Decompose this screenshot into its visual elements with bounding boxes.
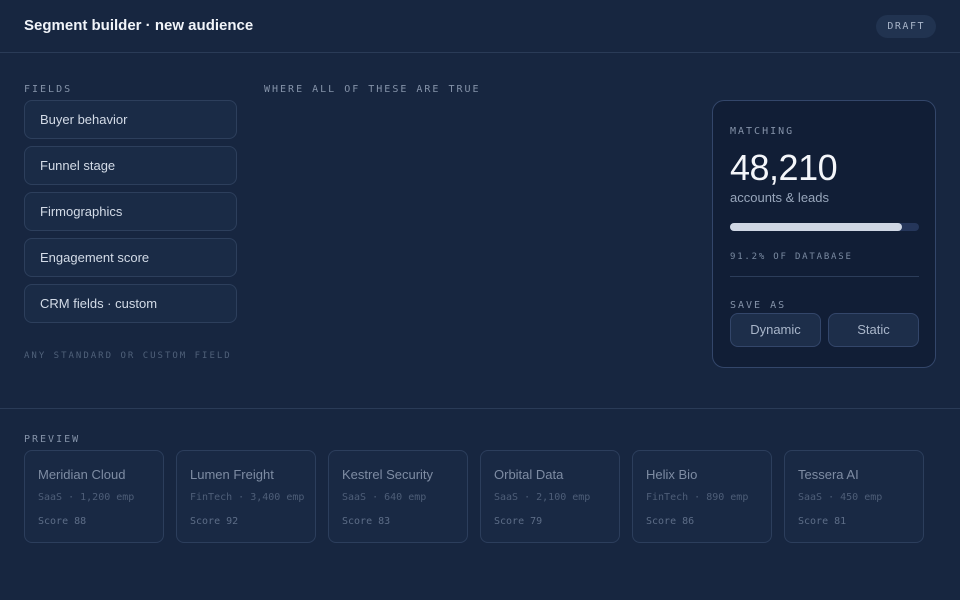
card-divider [730,276,919,277]
preview-card-name: Lumen Freight [190,467,274,482]
preview-card-name: Meridian Cloud [38,467,126,482]
status-badge: DRAFT [876,15,936,38]
matching-label: MATCHING [730,126,795,137]
app-header: Segment builder · new audience DRAFT [0,0,960,53]
matching-card: MATCHING 48,210 accounts & leads 91.2% O… [712,100,936,368]
database-progress-fill [730,223,903,231]
preview-card-meta: SaaS · 2,100 emp [494,492,591,503]
preview-card-score: Score 86 [646,516,695,527]
preview-card[interactable]: Kestrel Security SaaS · 640 emp Score 83 [328,450,468,543]
fields-label: FIELDS [24,84,73,95]
preview-card-meta: SaaS · 1,200 emp [38,492,135,503]
conditions-label: WHERE ALL OF THESE ARE TRUE [264,84,481,95]
preview-card-name: Orbital Data [494,467,564,482]
preview-card-score: Score 81 [798,516,847,527]
field-item-firmographics[interactable]: Firmographics [24,192,237,231]
page-title: Segment builder · new audience [24,17,254,34]
preview-card-name: Kestrel Security [342,467,434,482]
preview-card-meta: FinTech · 3,400 emp [190,492,305,503]
field-item-buyer-behavior[interactable]: Buyer behavior [24,100,237,139]
preview-card[interactable]: Meridian Cloud SaaS · 1,200 emp Score 88 [24,450,164,543]
preview-card-meta: SaaS · 450 emp [798,492,883,503]
preview-card-meta: FinTech · 890 emp [646,492,749,503]
database-progress-bar [730,223,919,231]
preview-card[interactable]: Tessera AI SaaS · 450 emp Score 81 [784,450,924,543]
preview-card-score: Score 88 [38,516,87,527]
fields-list: Buyer behavior Funnel stage Firmographic… [24,100,237,330]
matching-subtitle: accounts & leads [730,190,830,205]
preview-card[interactable]: Lumen Freight FinTech · 3,400 emp Score … [176,450,316,543]
preview-card[interactable]: Helix Bio FinTech · 890 emp Score 86 [632,450,772,543]
preview-card-name: Tessera AI [798,467,859,482]
preview-card-score: Score 83 [342,516,391,527]
field-item-crm-fields-custom[interactable]: CRM fields · custom [24,284,237,323]
field-item-funnel-stage[interactable]: Funnel stage [24,146,237,185]
database-percent-label: 91.2% OF DATABASE [730,252,853,262]
preview-card-score: Score 92 [190,516,239,527]
preview-card-score: Score 79 [494,516,543,527]
preview-card[interactable]: Orbital Data SaaS · 2,100 emp Score 79 [480,450,620,543]
preview-card-meta: SaaS · 640 emp [342,492,427,503]
save-static-button[interactable]: Static [828,313,919,347]
preview-label: PREVIEW [24,434,81,445]
preview-card-name: Helix Bio [646,467,698,482]
matching-count: 48,210 [730,147,838,188]
save-as-label: SAVE AS [730,300,787,311]
section-divider [0,408,960,409]
conditions-dropzone[interactable] [264,100,684,370]
field-item-engagement-score[interactable]: Engagement score [24,238,237,277]
save-dynamic-button[interactable]: Dynamic [730,313,821,347]
fields-hint: ANY STANDARD OR CUSTOM FIELD [24,351,232,361]
